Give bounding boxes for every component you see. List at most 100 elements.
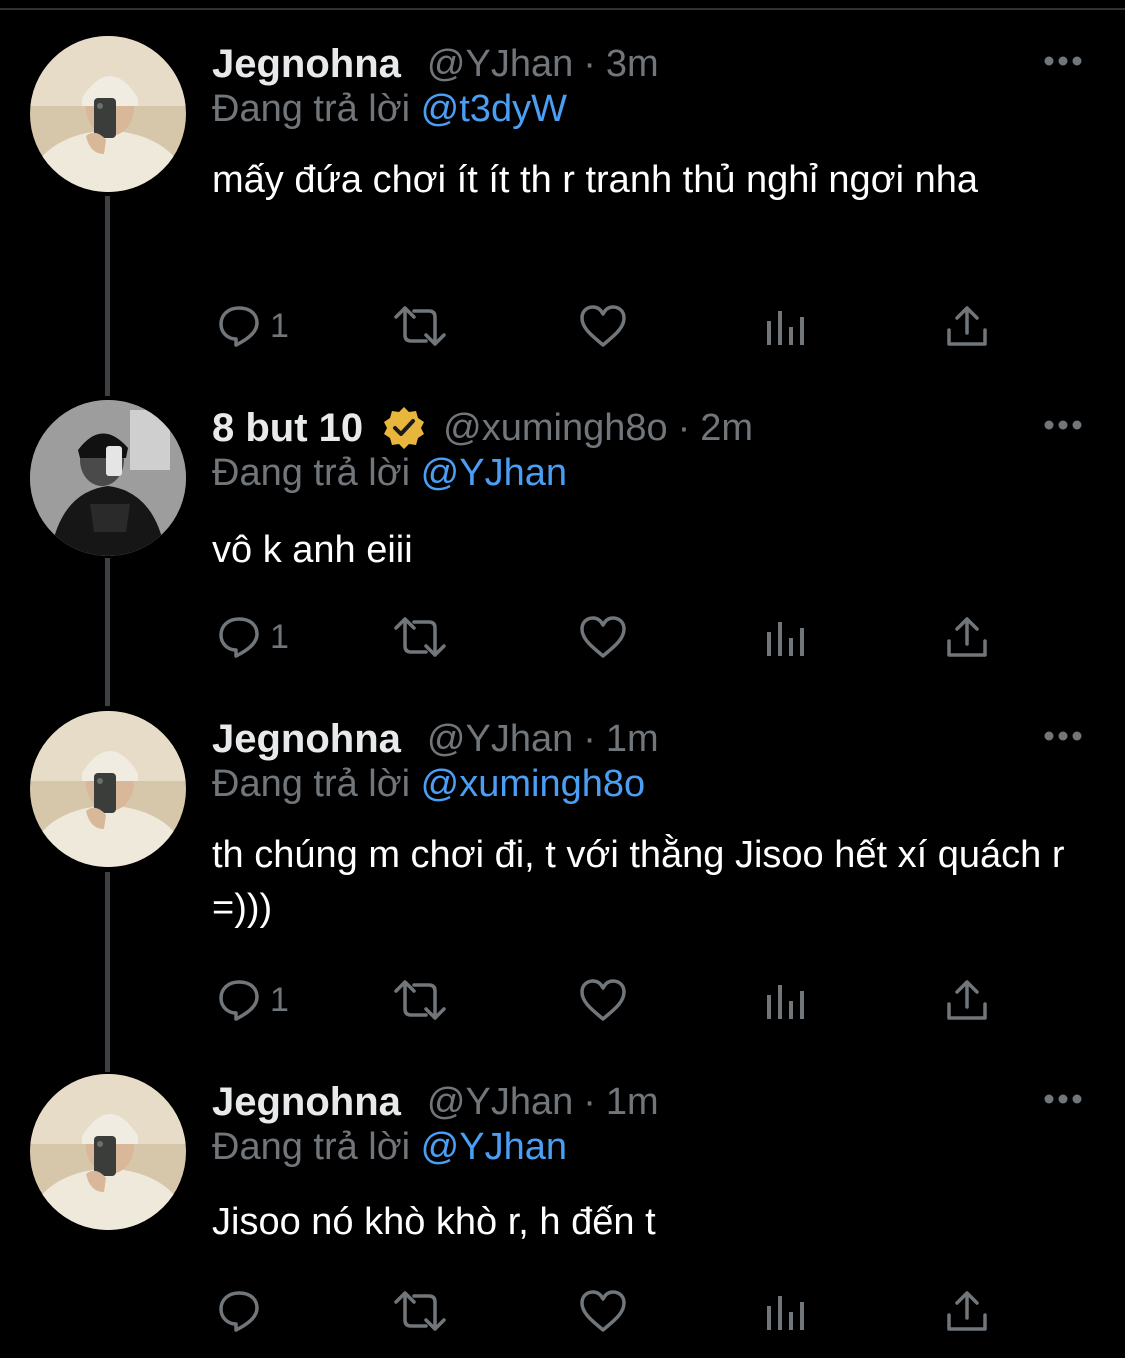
reply-count: 1	[270, 617, 289, 656]
share-icon	[947, 980, 987, 1020]
heart-icon	[580, 1290, 626, 1332]
replying-to: Đang trả lời @YJhan	[212, 1126, 567, 1169]
reply-count: 1	[270, 980, 289, 1019]
user-handle[interactable]: @YJhan	[427, 1081, 573, 1124]
top-divider	[0, 8, 1125, 10]
replying-to-label: Đang trả lời	[212, 452, 411, 494]
avatar[interactable]	[30, 400, 186, 556]
separator-dot: ·	[583, 717, 596, 760]
reply-icon	[219, 980, 259, 1021]
replying-to: Đang trả lời @xumingh8o	[212, 763, 645, 806]
light-beanie-avatar-icon	[30, 36, 186, 192]
more-options-icon[interactable]	[1041, 46, 1085, 76]
retweet-button[interactable]	[392, 1285, 448, 1337]
tweet-header: Jegnohna @YJhan · 1m	[212, 1074, 659, 1130]
verified-badge-icon	[381, 405, 427, 451]
tweet-text: vô k anh eiii	[212, 529, 413, 571]
reply-mention-link[interactable]: @YJhan	[421, 452, 567, 494]
light-beanie-avatar-icon	[30, 1074, 186, 1230]
share-button[interactable]	[944, 611, 990, 663]
more-options-icon[interactable]	[1041, 1084, 1085, 1114]
avatar[interactable]	[30, 36, 186, 192]
display-name[interactable]: 8 but 10	[212, 406, 363, 451]
retweet-icon	[394, 617, 446, 657]
like-button[interactable]	[578, 611, 628, 663]
thread-connector	[105, 196, 110, 396]
share-icon	[947, 306, 987, 346]
avatar[interactable]	[30, 711, 186, 867]
like-button[interactable]	[578, 300, 628, 352]
user-handle[interactable]: @YJhan	[427, 43, 573, 86]
analytics-icon	[767, 985, 804, 1019]
display-name[interactable]: Jegnohna	[212, 717, 401, 762]
display-name[interactable]: Jegnohna	[212, 42, 401, 87]
display-name[interactable]: Jegnohna	[212, 1080, 401, 1125]
more-options-icon[interactable]	[1041, 721, 1085, 751]
replying-to-label: Đang trả lời	[212, 1126, 411, 1168]
reply-button[interactable]: 1	[216, 611, 289, 663]
tweet-header: Jegnohna @YJhan · 1m	[212, 711, 659, 767]
retweet-button[interactable]	[392, 611, 448, 663]
reply-mention-link[interactable]: @YJhan	[421, 1126, 567, 1168]
timestamp[interactable]: 1m	[606, 718, 659, 761]
user-handle[interactable]: @xumingh8o	[443, 407, 667, 450]
tweet-text: Jisoo nó khò khò r, h đến t	[212, 1201, 656, 1243]
retweet-icon	[394, 1291, 446, 1331]
share-button[interactable]	[944, 1285, 990, 1337]
avatar[interactable]	[30, 1074, 186, 1230]
reply-button[interactable]	[216, 1285, 270, 1337]
reply-icon	[219, 617, 259, 658]
tweet-header: 8 but 10 @xumingh8o · 2m	[212, 400, 753, 456]
tweet-header: Jegnohna @YJhan · 3m	[212, 36, 659, 92]
heart-icon	[580, 979, 626, 1021]
share-button[interactable]	[944, 974, 990, 1026]
thread-connector	[105, 558, 110, 706]
action-bar	[212, 1285, 1012, 1337]
share-icon	[947, 617, 987, 657]
share-icon	[947, 1291, 987, 1331]
action-bar: 1	[212, 300, 1012, 352]
replying-to-label: Đang trả lời	[212, 88, 411, 130]
reply-button[interactable]: 1	[216, 974, 289, 1026]
retweet-button[interactable]	[392, 300, 448, 352]
reply-icon	[219, 306, 259, 347]
timestamp[interactable]: 1m	[606, 1081, 659, 1124]
replying-to: Đang trả lời @YJhan	[212, 452, 567, 495]
user-handle[interactable]: @YJhan	[427, 718, 573, 761]
separator-dot: ·	[677, 406, 691, 449]
tweet-text: th chúng m chơi đi, t với thằng Jisoo hế…	[212, 834, 1065, 929]
share-button[interactable]	[944, 300, 990, 352]
reply-mention-link[interactable]: @t3dyW	[421, 88, 567, 130]
reply-icon	[219, 1291, 259, 1332]
replying-to-label: Đang trả lời	[212, 763, 411, 805]
retweet-icon	[394, 980, 446, 1020]
analytics-icon	[767, 311, 804, 345]
timestamp[interactable]: 3m	[606, 43, 659, 86]
analytics-button[interactable]	[764, 974, 808, 1026]
replying-to: Đang trả lời @t3dyW	[212, 88, 567, 131]
heart-icon	[580, 616, 626, 658]
separator-dot: ·	[583, 1080, 596, 1123]
heart-icon	[580, 305, 626, 347]
reply-button[interactable]: 1	[216, 300, 289, 352]
retweet-button[interactable]	[392, 974, 448, 1026]
analytics-icon	[767, 622, 804, 656]
action-bar: 1	[212, 974, 1012, 1026]
light-beanie-avatar-icon	[30, 711, 186, 867]
analytics-button[interactable]	[764, 300, 808, 352]
like-button[interactable]	[578, 974, 628, 1026]
retweet-icon	[394, 306, 446, 346]
analytics-button[interactable]	[764, 611, 808, 663]
reply-mention-link[interactable]: @xumingh8o	[421, 763, 645, 805]
separator-dot: ·	[583, 42, 596, 85]
more-options-icon[interactable]	[1041, 410, 1085, 440]
reply-count: 1	[270, 306, 289, 345]
like-button[interactable]	[578, 1285, 628, 1337]
thread-connector	[105, 872, 110, 1072]
analytics-button[interactable]	[764, 1285, 808, 1337]
analytics-icon	[767, 1296, 804, 1330]
action-bar: 1	[212, 611, 1012, 663]
dark-mirror-selfie-avatar-icon	[30, 400, 186, 556]
tweet-text: mấy đứa chơi ít ít th r tranh thủ nghỉ n…	[212, 159, 979, 201]
timestamp[interactable]: 2m	[700, 407, 753, 450]
